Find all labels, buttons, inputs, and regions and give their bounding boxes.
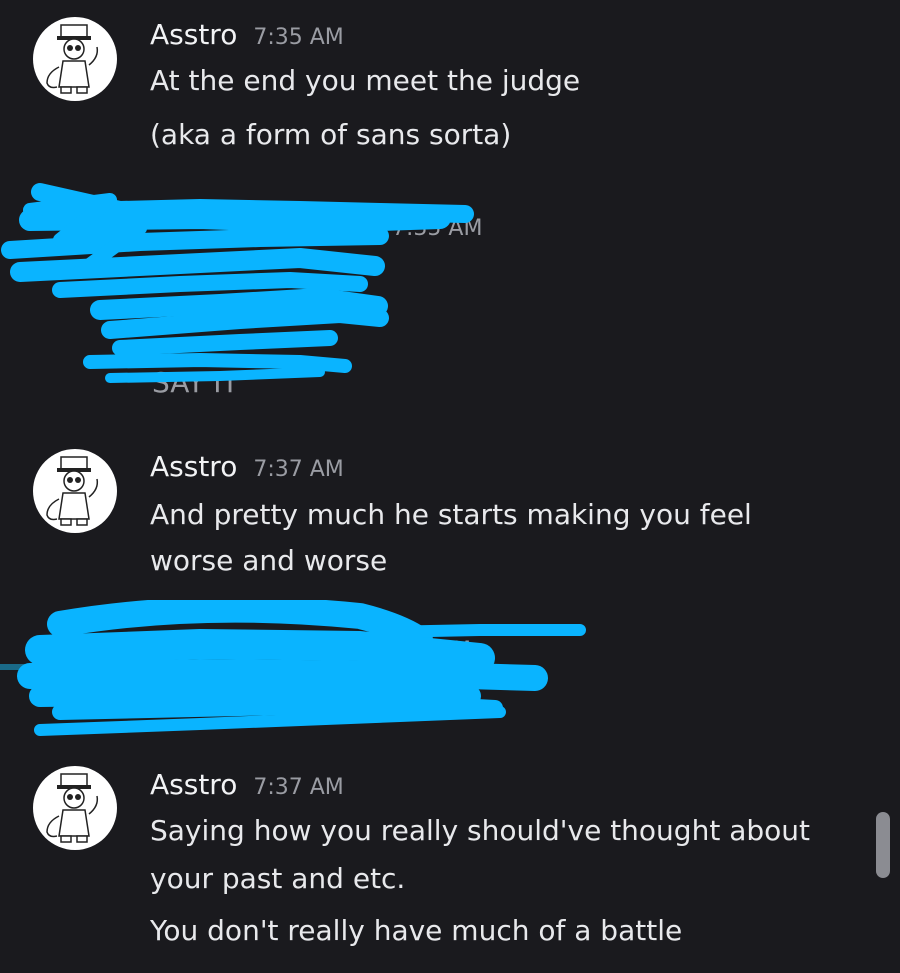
message-text: You don't really have much of a battle bbox=[150, 914, 683, 947]
timestamp: 7:35 AM bbox=[253, 25, 344, 50]
username[interactable]: Asstro bbox=[150, 768, 237, 801]
cartoon-character-icon bbox=[46, 456, 99, 526]
redacted-message-scribble: 7:35 AM SAY IT bbox=[0, 180, 600, 400]
avatar-icon[interactable] bbox=[33, 449, 117, 533]
message-header: Asstro 7:37 AM bbox=[150, 768, 344, 808]
username[interactable]: Asstro bbox=[150, 450, 237, 483]
timestamp: 7:37 AM bbox=[253, 775, 344, 800]
message-text: At the end you meet the judge bbox=[150, 64, 581, 97]
avatar-icon[interactable] bbox=[33, 17, 117, 101]
message-text: your past and etc. bbox=[150, 862, 406, 895]
username[interactable]: Asstro bbox=[150, 18, 237, 51]
blue-scribble-icon bbox=[1, 183, 474, 383]
blue-scribble-icon bbox=[17, 600, 586, 736]
message-text: (aka a form of sans sorta) bbox=[150, 118, 512, 151]
cartoon-character-icon bbox=[46, 773, 99, 843]
message-text: worse and worse bbox=[150, 544, 388, 577]
message-header: Asstro 7:35 AM bbox=[150, 18, 344, 58]
scrollbar-thumb[interactable] bbox=[876, 812, 890, 878]
message-header: Asstro 7:37 AM bbox=[150, 450, 344, 490]
chat-message-list: Asstro 7:35 AM At the end you meet the j… bbox=[0, 0, 900, 973]
timestamp: 7:37 AM bbox=[253, 457, 344, 482]
cartoon-character-icon bbox=[46, 24, 99, 94]
redacted-message-scribble: M bbox=[0, 600, 600, 750]
message-text: And pretty much he starts making you fee… bbox=[150, 498, 752, 531]
message-text: Saying how you really should've thought … bbox=[150, 814, 810, 847]
avatar-icon[interactable] bbox=[33, 766, 117, 850]
